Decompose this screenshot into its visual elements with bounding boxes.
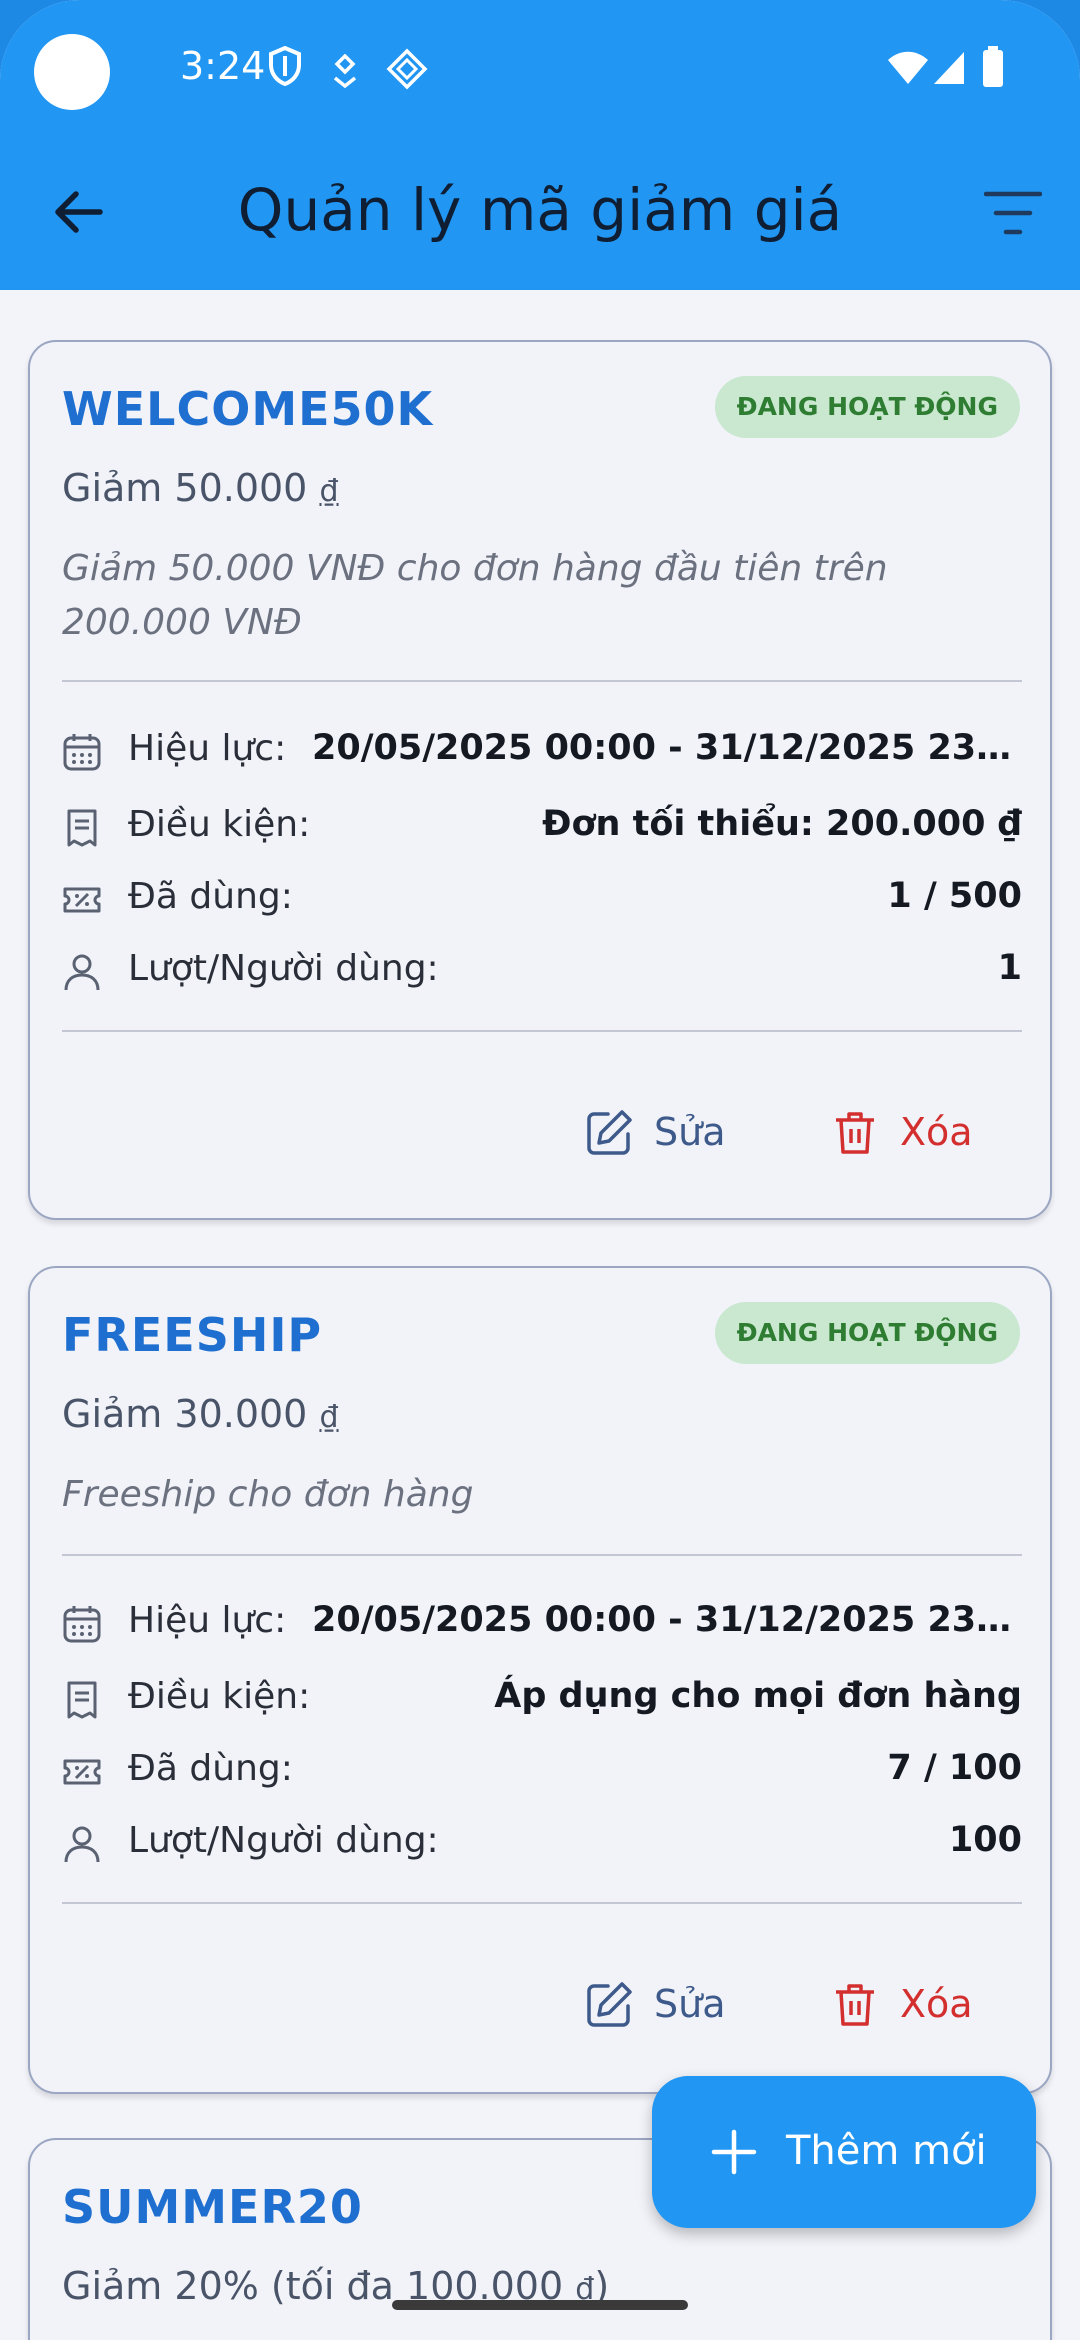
edit-button[interactable]: Sửa: [584, 1970, 744, 2040]
signal-icon: [934, 52, 964, 84]
screen: 3:24 Quản lý mã giảm giá WELCOME50K ĐANG…: [0, 0, 1080, 2340]
camera-cutout: [34, 34, 110, 110]
condition-row: Điều kiện: Đơn tối thiểu: 200.000 ₫: [62, 798, 1022, 854]
shield-icon: [269, 46, 301, 86]
ticket-percent-icon: [63, 887, 101, 913]
validity-row: Hiệu lực: 20/05/2025 00:00 - 31/12/2025 …: [62, 1594, 1022, 1650]
ticket-percent-icon: [63, 1759, 101, 1785]
per-user-value: 100: [948, 1820, 1022, 1860]
discount-amount: Giảm 50.000: [62, 466, 308, 510]
used-label: Đã dùng:: [128, 1748, 293, 1789]
battery-icon: [983, 46, 1003, 87]
per-user-value: 1: [997, 948, 1022, 988]
divider: [62, 1554, 1022, 1556]
edit-button[interactable]: Sửa: [584, 1098, 744, 1168]
edit-label: Sửa: [654, 1110, 726, 1154]
condition-value: Đơn tối thiểu: 200.000 ₫: [542, 804, 1022, 844]
condition-label: Điều kiện:: [128, 804, 311, 845]
coupon-discount: Giảm 50.000 ₫: [62, 466, 339, 510]
coupon-description: Giảm 50.000 VNĐ cho đơn hàng đầu tiên tr…: [62, 548, 888, 643]
top-bar: 3:24 Quản lý mã giảm giá: [0, 0, 1080, 290]
currency-symbol: ₫: [319, 474, 339, 509]
coupon-discount: Giảm 30.000 ₫: [62, 1392, 339, 1436]
used-row: Đã dùng: 1 / 500: [62, 870, 1022, 926]
status-bar: 3:24: [0, 0, 1080, 140]
delete-label: Xóa: [900, 1982, 973, 2026]
condition-row: Điều kiện: Áp dụng cho mọi đơn hàng: [62, 1670, 1022, 1726]
edit-icon: [587, 1982, 632, 2027]
discount-amount: Giảm 30.000: [62, 1392, 308, 1436]
divider: [62, 1902, 1022, 1904]
used-label: Đã dùng:: [128, 876, 293, 917]
condition-label: Điều kiện:: [128, 1676, 311, 1717]
home-indicator[interactable]: [392, 2300, 688, 2310]
calendar-icon: [63, 1606, 101, 1643]
validity-row: Hiệu lực: 20/05/2025 00:00 - 31/12/2025 …: [62, 722, 1022, 778]
user-icon: [64, 1826, 100, 1863]
receipt-icon: [67, 1681, 97, 1719]
page-title: Quản lý mã giảm giá: [237, 176, 843, 244]
divider: [62, 1030, 1022, 1032]
per-user-row: Lượt/Người dùng: 1: [62, 942, 1022, 998]
currency-symbol: ₫: [319, 1400, 339, 1435]
receipt-icon: [67, 809, 97, 847]
coupon-description: Freeship cho đơn hàng: [62, 1474, 474, 1515]
edit-icon: [587, 1110, 632, 1155]
validity-value: 20/05/2025 00:00 - 31/12/2025 23:59: [312, 728, 1022, 768]
condition-value: Áp dụng cho mọi đơn hàng: [494, 1676, 1022, 1716]
divider: [62, 680, 1022, 682]
plus-icon: [711, 2129, 757, 2175]
delete-button[interactable]: Xóa: [830, 1098, 990, 1168]
trash-icon: [836, 1984, 874, 2026]
delete-label: Xóa: [900, 1110, 973, 1154]
coupon-code: FREESHIP: [62, 1308, 323, 1362]
used-value: 7 / 100: [887, 1748, 1022, 1788]
per-user-label: Lượt/Người dùng:: [128, 1820, 439, 1861]
coupon-card: FREESHIP ĐANG HOẠT ĐỘNG Giảm 30.000 ₫ Fr…: [28, 1266, 1052, 2094]
edit-label: Sửa: [654, 1982, 726, 2026]
used-value: 1 / 500: [887, 876, 1022, 916]
diamond-icon: [386, 48, 428, 90]
user-icon: [64, 954, 100, 991]
validity-value: 20/05/2025 00:00 - 31/12/2025 23:59: [312, 1600, 1022, 1640]
coupon-code: SUMMER20: [62, 2180, 363, 2234]
trash-icon: [836, 1112, 874, 1154]
wifi-icon: [888, 51, 928, 84]
delete-button[interactable]: Xóa: [830, 1970, 990, 2040]
per-user-label: Lượt/Người dùng:: [128, 948, 439, 989]
location-icon: [333, 54, 357, 88]
status-time: 3:24: [180, 44, 266, 88]
used-row: Đã dùng: 7 / 100: [62, 1742, 1022, 1798]
status-badge: ĐANG HOẠT ĐỘNG: [714, 1302, 1020, 1364]
status-badge: ĐANG HOẠT ĐỘNG: [714, 376, 1020, 438]
add-new-button[interactable]: Thêm mới: [652, 2076, 1036, 2228]
add-new-label: Thêm mới: [786, 2128, 987, 2174]
validity-label: Hiệu lực:: [128, 1600, 287, 1641]
calendar-icon: [63, 734, 101, 771]
validity-label: Hiệu lực:: [128, 728, 287, 769]
coupon-card: WELCOME50K ĐANG HOẠT ĐỘNG Giảm 50.000 ₫ …: [28, 340, 1052, 1220]
coupon-code: WELCOME50K: [62, 382, 434, 436]
per-user-row: Lượt/Người dùng: 100: [62, 1814, 1022, 1870]
filter-icon[interactable]: [984, 190, 1042, 236]
